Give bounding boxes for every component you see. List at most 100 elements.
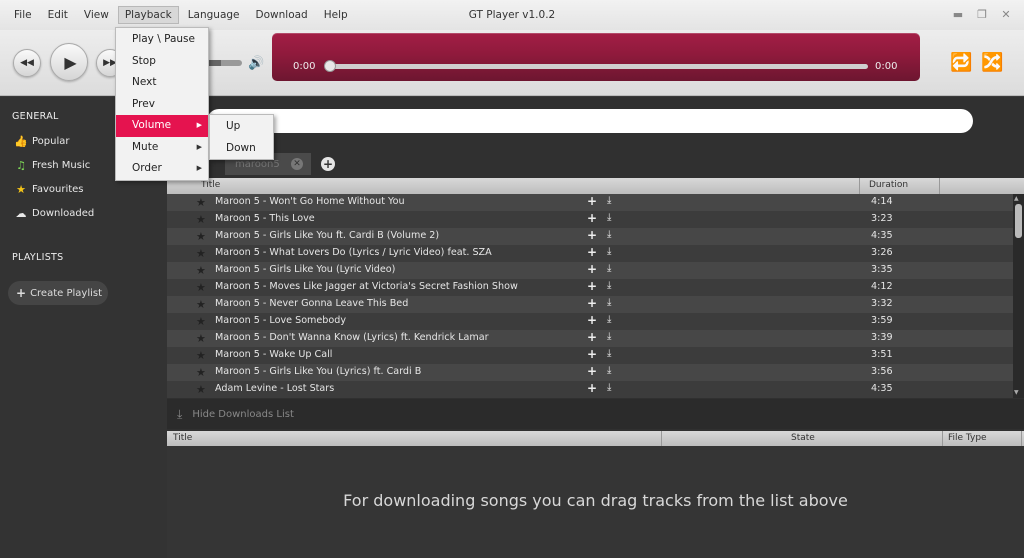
table-row[interactable]: ★ Maroon 5 - Won't Go Home Without You + ⤓ 4… xyxy=(167,194,1013,211)
table-row[interactable]: ★ Maroon 5 - This Love + ⤓ 3:23 xyxy=(167,211,1013,228)
menu-language[interactable]: Language xyxy=(181,6,247,24)
track-title: Maroon 5 - Love Somebody xyxy=(215,315,347,326)
seek-handle[interactable] xyxy=(324,60,336,72)
track-duration: 3:35 xyxy=(871,264,893,275)
column-state[interactable]: State xyxy=(791,433,815,443)
column-title[interactable]: Title xyxy=(201,180,220,190)
add-to-playlist-icon[interactable]: + xyxy=(587,228,597,242)
repeat-icon[interactable]: 🔁 xyxy=(950,52,972,73)
star-icon[interactable]: ★ xyxy=(196,332,206,345)
menu-item-volume-down[interactable]: Down xyxy=(210,138,273,160)
hide-downloads-toggle[interactable]: ⤓ Hide Downloads List xyxy=(167,399,1024,429)
menu-item-next[interactable]: Next xyxy=(116,72,208,94)
add-to-playlist-icon[interactable]: + xyxy=(587,347,597,361)
menu-bar: File Edit View Playback Language Downloa… xyxy=(7,0,357,30)
menu-item-play-pause[interactable]: Play \ Pause xyxy=(116,29,208,51)
speaker-icon[interactable]: 🔊 xyxy=(248,56,264,71)
close-tab-icon[interactable]: ✕ xyxy=(291,158,303,170)
table-row[interactable]: ★ Maroon 5 - Don't Wanna Know (Lyrics) ft… xyxy=(167,330,1013,347)
column-duration[interactable]: Duration xyxy=(869,180,908,190)
table-row[interactable]: ★ Adam Levine - Lost Stars + ⤓ 4:35 xyxy=(167,381,1013,398)
tracks-table: ★ Maroon 5 - Won't Go Home Without You + ⤓ 4… xyxy=(167,194,1013,398)
search-input[interactable] xyxy=(207,109,973,133)
menu-item-label: Play \ Pause xyxy=(132,33,195,45)
download-icon[interactable]: ⤓ xyxy=(607,331,611,342)
star-icon[interactable]: ★ xyxy=(196,230,206,243)
add-to-playlist-icon[interactable]: + xyxy=(587,313,597,327)
seek-slider[interactable] xyxy=(328,64,868,69)
download-icon[interactable]: ⤓ xyxy=(607,365,611,376)
shuffle-icon[interactable]: 🔀 xyxy=(981,52,1003,73)
add-to-playlist-icon[interactable]: + xyxy=(587,296,597,310)
music-note-icon: ♫ xyxy=(16,159,26,172)
scroll-thumb[interactable] xyxy=(1015,204,1022,238)
menu-item-stop[interactable]: Stop xyxy=(116,51,208,73)
menu-view[interactable]: View xyxy=(77,6,116,24)
scroll-down-icon[interactable]: ▼ xyxy=(1014,389,1019,396)
menu-help[interactable]: Help xyxy=(317,6,355,24)
play-button[interactable]: ▶ xyxy=(50,43,88,81)
download-icon[interactable]: ⤓ xyxy=(607,297,611,308)
table-row[interactable]: ★ Maroon 5 - What Lovers Do (Lyrics / Lyr… xyxy=(167,245,1013,262)
close-icon[interactable]: ✕ xyxy=(1000,9,1012,21)
minimize-icon[interactable]: ▬ xyxy=(952,9,964,21)
table-row[interactable]: ★ Maroon 5 - Moves Like Jagger at Victori… xyxy=(167,279,1013,296)
add-to-playlist-icon[interactable]: + xyxy=(587,194,597,208)
menu-file[interactable]: File xyxy=(7,6,39,24)
download-icon[interactable]: ⤓ xyxy=(607,212,611,223)
table-row[interactable]: ★ Maroon 5 - Girls Like You (Lyric Video)… xyxy=(167,262,1013,279)
star-icon[interactable]: ★ xyxy=(196,264,206,277)
menu-playback[interactable]: Playback xyxy=(117,6,179,24)
star-icon[interactable]: ★ xyxy=(196,349,206,362)
download-icon[interactable]: ⤓ xyxy=(607,263,611,274)
create-playlist-button[interactable]: + Create Playlist xyxy=(8,281,108,305)
star-icon[interactable]: ★ xyxy=(196,383,206,396)
download-icon[interactable]: ⤓ xyxy=(607,229,611,240)
star-icon[interactable]: ★ xyxy=(196,281,206,294)
window-controls: ▬ ❐ ✕ xyxy=(952,9,1012,21)
table-row[interactable]: ★ Maroon 5 - Wake Up Call + ⤓ 3:51 xyxy=(167,347,1013,364)
star-icon[interactable]: ★ xyxy=(196,298,206,311)
scroll-up-icon[interactable]: ▲ xyxy=(1014,195,1019,202)
sidebar-item-downloaded[interactable]: ☁ Downloaded xyxy=(14,207,95,220)
column-file-type[interactable]: File Type xyxy=(948,433,987,443)
maximize-icon[interactable]: ❐ xyxy=(976,9,988,21)
download-icon[interactable]: ⤓ xyxy=(607,246,611,257)
menu-item-mute[interactable]: Mute ▶ xyxy=(116,137,208,159)
menu-edit[interactable]: Edit xyxy=(41,6,75,24)
download-icon[interactable]: ⤓ xyxy=(607,195,611,206)
download-icon[interactable]: ⤓ xyxy=(607,280,611,291)
star-icon[interactable]: ★ xyxy=(196,366,206,379)
add-to-playlist-icon[interactable]: + xyxy=(587,279,597,293)
previous-button[interactable]: ◀◀ xyxy=(13,49,41,77)
star-icon[interactable]: ★ xyxy=(196,196,206,209)
add-to-playlist-icon[interactable]: + xyxy=(587,364,597,378)
menu-item-volume-up[interactable]: Up xyxy=(210,116,273,138)
sidebar-item-fresh-music[interactable]: ♫ Fresh Music xyxy=(14,159,90,172)
menu-download[interactable]: Download xyxy=(249,6,315,24)
star-icon[interactable]: ★ xyxy=(196,247,206,260)
table-row[interactable]: ★ Maroon 5 - Love Somebody + ⤓ 3:59 xyxy=(167,313,1013,330)
menu-item-volume[interactable]: Volume ▶ xyxy=(116,115,208,137)
table-row[interactable]: ★ Maroon 5 - Girls Like You ft. Cardi B (… xyxy=(167,228,1013,245)
sidebar-item-popular[interactable]: 👍 Popular xyxy=(14,135,69,148)
track-title: Maroon 5 - Girls Like You (Lyrics) ft. C… xyxy=(215,366,422,377)
table-row[interactable]: ★ Maroon 5 - Girls Like You (Lyrics) ft. … xyxy=(167,364,1013,381)
sidebar-item-favourites[interactable]: ★ Favourites xyxy=(14,183,83,196)
menu-item-prev[interactable]: Prev xyxy=(116,94,208,116)
star-icon[interactable]: ★ xyxy=(196,213,206,226)
star-icon[interactable]: ★ xyxy=(196,315,206,328)
add-to-playlist-icon[interactable]: + xyxy=(587,330,597,344)
table-row[interactable]: ★ Maroon 5 - Never Gonna Leave This Bed + ⤓… xyxy=(167,296,1013,313)
column-title[interactable]: Title xyxy=(173,433,192,443)
add-to-playlist-icon[interactable]: + xyxy=(587,245,597,259)
download-icon[interactable]: ⤓ xyxy=(607,382,611,393)
add-to-playlist-icon[interactable]: + xyxy=(587,262,597,276)
add-to-playlist-icon[interactable]: + xyxy=(587,211,597,225)
download-icon[interactable]: ⤓ xyxy=(607,348,611,359)
menu-item-order[interactable]: Order ▶ xyxy=(116,158,208,180)
add-to-playlist-icon[interactable]: + xyxy=(587,381,597,395)
tracks-scrollbar[interactable]: ▲ ▼ xyxy=(1013,194,1024,398)
add-tab-icon[interactable]: + xyxy=(321,157,335,171)
download-icon[interactable]: ⤓ xyxy=(607,314,611,325)
